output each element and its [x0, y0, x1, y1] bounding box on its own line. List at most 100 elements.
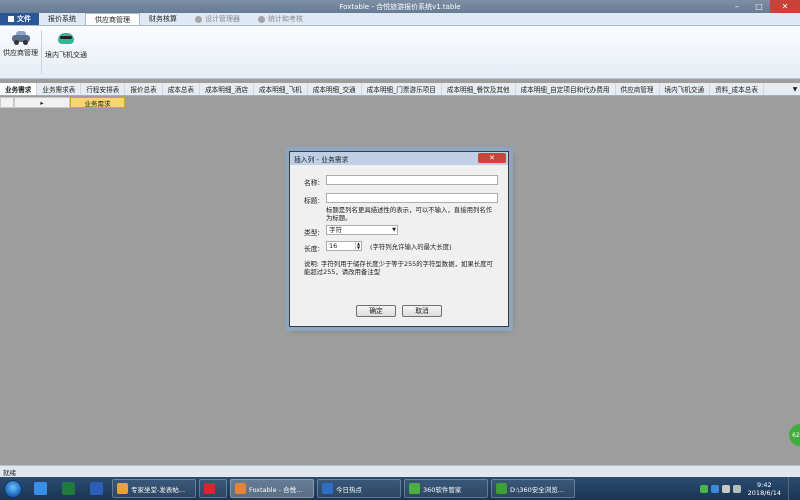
- status-bar: 就绪: [0, 465, 800, 477]
- minimize-button[interactable]: –: [726, 0, 748, 13]
- domestic-flight-button[interactable]: 境内飞机交通: [45, 30, 87, 60]
- doc-tab[interactable]: 报价总表: [125, 83, 163, 95]
- tab-statistics-label: 统计和考核: [268, 15, 303, 23]
- doc-tab[interactable]: 行程安排表: [81, 83, 126, 95]
- plane-icon: [56, 30, 76, 46]
- taskbar: 专家坐堂-发表帖... Foxtable - 合悦... 今日热点 360软件管…: [0, 477, 800, 500]
- doc-tab[interactable]: 成本明细_酒店: [200, 83, 254, 95]
- caption-input[interactable]: [326, 193, 498, 203]
- file-menu-icon: [8, 16, 14, 22]
- doc-tab[interactable]: 业务需求: [0, 83, 38, 95]
- taskbar-task[interactable]: [199, 479, 227, 498]
- length-label: 长度:: [304, 245, 320, 253]
- clock-time: 9:42: [757, 480, 772, 489]
- grid-column-header[interactable]: 业务需求: [70, 97, 125, 108]
- tab-statistics[interactable]: 统计和考核: [249, 13, 312, 25]
- app-icon: [322, 483, 333, 494]
- status-text: 就绪: [3, 468, 16, 477]
- dialog-title-bar: 插入列 - 业务需求 ✕: [290, 152, 508, 165]
- app-icon: [235, 483, 246, 494]
- tab-supplier-management-label: 供应商管理: [95, 15, 130, 24]
- doc-tab[interactable]: 成本明细_交通: [308, 83, 362, 95]
- user-icon: [258, 15, 265, 23]
- tab-list-dropdown-icon[interactable]: ▼: [790, 83, 800, 95]
- app-icon: [204, 483, 215, 494]
- tray-app-icon[interactable]: [699, 484, 708, 493]
- start-button[interactable]: [4, 479, 22, 498]
- length-hint: (字符列允许输入的最大长度): [370, 243, 452, 251]
- tray-app-icon[interactable]: [710, 484, 719, 493]
- show-desktop-button[interactable]: [788, 477, 796, 500]
- tab-quote-system[interactable]: 报价系统: [39, 13, 85, 25]
- spinner-arrows-icon[interactable]: ▲ ▼: [355, 242, 361, 250]
- pinned-word-icon[interactable]: [84, 479, 108, 498]
- dialog-title: 插入列 - 业务需求: [294, 155, 349, 164]
- app-icon: [117, 483, 128, 494]
- supplier-management-button[interactable]: 供应商管理: [3, 30, 38, 58]
- grid-corner-cell[interactable]: [0, 97, 14, 108]
- taskbar-task[interactable]: Foxtable - 合悦...: [230, 479, 314, 498]
- floating-360-badge[interactable]: 62: [789, 424, 800, 446]
- taskbar-task[interactable]: 今日热点: [317, 479, 401, 498]
- tab-quote-system-label: 报价系统: [48, 15, 76, 23]
- doc-tab[interactable]: 业务需求表: [37, 83, 82, 95]
- tab-designer[interactable]: 设计管理器: [186, 13, 249, 25]
- clock-date: 2018/6/14: [747, 488, 781, 497]
- doc-tab[interactable]: 成本明细_餐饮及其他: [442, 83, 516, 95]
- task-label: 今日热点: [336, 485, 362, 494]
- row-marker-cell[interactable]: ▸: [14, 97, 70, 108]
- caption-hint: 标题是列名更具描述性的表示，可以不输入，直接用列名作为标题。: [326, 206, 493, 222]
- taskbar-task[interactable]: 360软件管家: [404, 479, 488, 498]
- task-label: D:\360安全浏览...: [510, 485, 564, 494]
- window-controls: – □ ✕: [726, 0, 800, 13]
- grid-header: ▸ 业务需求: [0, 97, 125, 108]
- ok-button[interactable]: 确定: [356, 305, 396, 317]
- maximize-button[interactable]: □: [748, 0, 770, 13]
- doc-tab[interactable]: 成本明细_自定项目和代办费用: [516, 83, 616, 95]
- window-title: Foxtable - 合悦旅游报价系统v1.table: [339, 3, 461, 11]
- row-marker-icon: ▸: [40, 98, 44, 107]
- pinned-excel-icon[interactable]: [56, 479, 80, 498]
- doc-tab[interactable]: 资料_成本总表: [710, 83, 764, 95]
- settings-icon: [195, 15, 202, 23]
- tab-supplier-management[interactable]: 供应商管理: [85, 13, 140, 25]
- doc-tab[interactable]: 成本明细_飞机: [254, 83, 308, 95]
- doc-tab[interactable]: 境内飞机交通: [660, 83, 711, 95]
- close-window-button[interactable]: ✕: [770, 0, 800, 13]
- domestic-flight-label: 境内飞机交通: [45, 51, 87, 59]
- app-icon: [496, 483, 507, 494]
- volume-icon[interactable]: [732, 484, 741, 493]
- doc-tab[interactable]: 成本总表: [163, 83, 201, 95]
- network-icon[interactable]: [721, 484, 730, 493]
- length-spinner[interactable]: 16 ▲ ▼: [326, 241, 362, 251]
- document-tab-strip: 业务需求 业务需求表 行程安排表 报价总表 成本总表 成本明细_酒店 成本明细_…: [0, 83, 800, 96]
- task-label: Foxtable - 合悦...: [249, 485, 303, 494]
- pinned-desktop-icon[interactable]: [28, 479, 52, 498]
- taskbar-task[interactable]: 专家坐堂-发表帖...: [112, 479, 196, 498]
- clock[interactable]: 9:42 2018/6/14: [744, 481, 785, 497]
- tab-designer-label: 设计管理器: [205, 15, 240, 23]
- tab-file[interactable]: 文件: [0, 13, 39, 25]
- length-value: 16: [329, 242, 338, 250]
- dialog-close-button[interactable]: ✕: [478, 153, 506, 163]
- type-select-value: 字符: [329, 226, 342, 234]
- doc-tab[interactable]: 供应商管理: [616, 83, 660, 95]
- type-note: 说明: 字符列用于储存长度少于等于255的字符型数据，如果长度可能超过255，请…: [304, 260, 493, 276]
- type-label: 类型:: [304, 229, 320, 237]
- name-input[interactable]: [326, 175, 498, 185]
- app-icon: [409, 483, 420, 494]
- taskbar-task[interactable]: D:\360安全浏览...: [491, 479, 575, 498]
- car-icon: [11, 30, 31, 45]
- caption-label: 标题:: [304, 197, 320, 205]
- chevron-down-icon: ▼: [392, 227, 396, 233]
- ribbon-divider: [41, 30, 42, 74]
- insert-column-dialog: 插入列 - 业务需求 ✕ 名称: 标题: 标题是列名更具描述性的表示，可以不输入…: [289, 151, 509, 327]
- title-bar: Foxtable - 合悦旅游报价系统v1.table – □ ✕: [0, 0, 800, 13]
- dialog-body: 名称: 标题: 标题是列名更具描述性的表示，可以不输入，直接用列名作为标题。 类…: [290, 165, 508, 328]
- tab-finance[interactable]: 财务核算: [140, 13, 186, 25]
- type-select[interactable]: 字符 ▼: [326, 225, 398, 235]
- task-label: 360软件管家: [423, 485, 462, 494]
- cancel-button[interactable]: 取消: [402, 305, 442, 317]
- system-tray: 9:42 2018/6/14: [699, 477, 800, 500]
- doc-tab[interactable]: 成本明细_门票游乐项目: [362, 83, 442, 95]
